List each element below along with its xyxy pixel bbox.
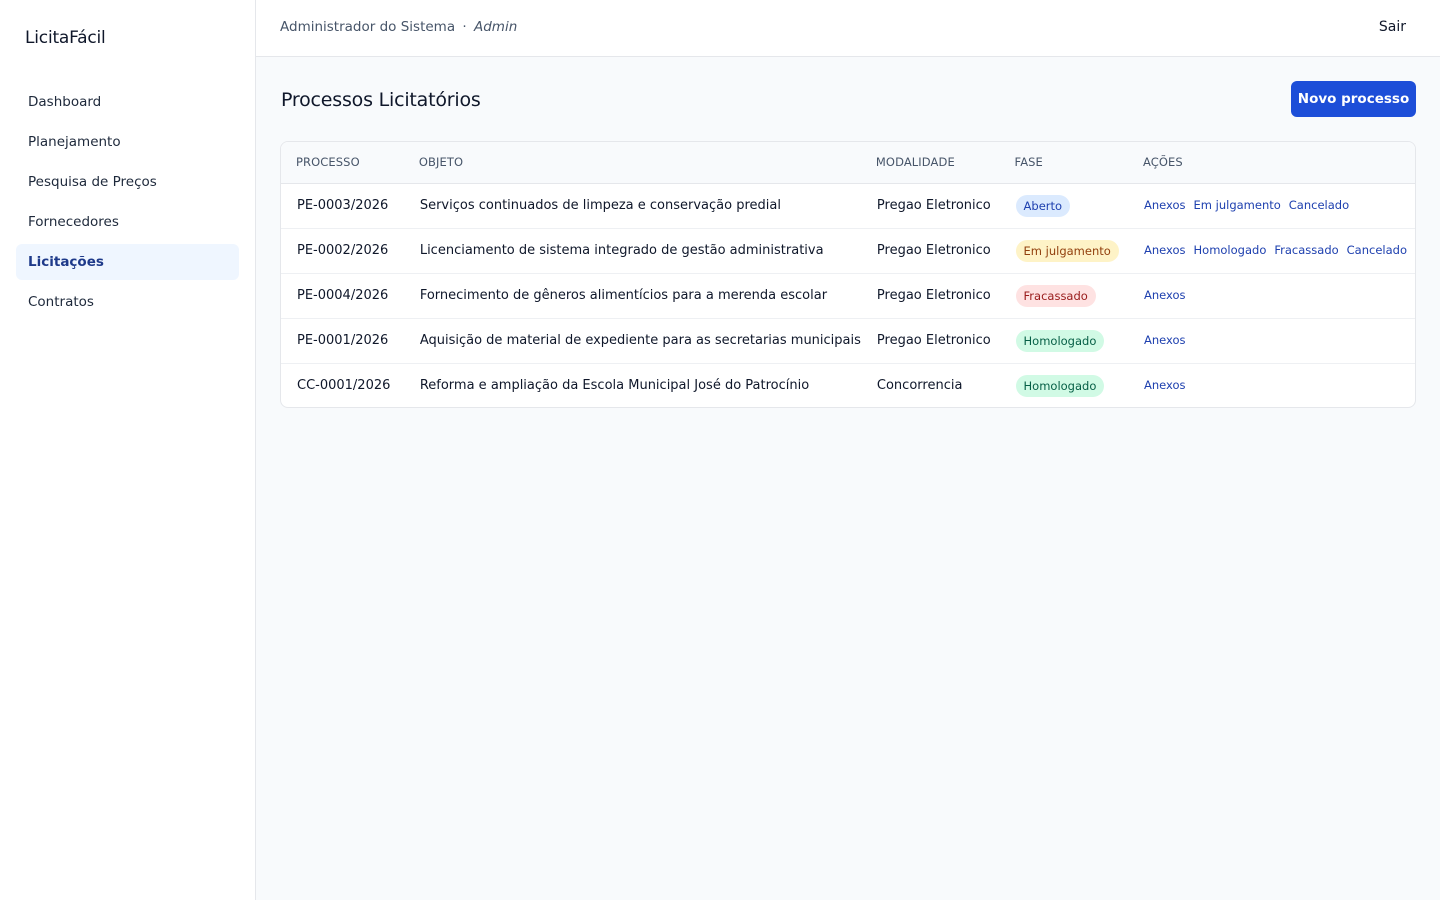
cell-acoes: Anexos [1128,273,1415,318]
column-header-acoes: Ações [1128,142,1415,184]
status-badge: Fracassado [1015,284,1096,307]
processes-table-card: Processo Objeto Modalidade Fase Ações PE… [280,141,1416,408]
sidebar-item-contratos[interactable]: Contratos [16,284,239,320]
cell-objeto: Licenciamento de sistema integrado de ge… [419,243,824,258]
cell-processo: PE-0004/2026 [297,288,389,303]
cell-acoes: Anexos Homologado Fracassado Cancelado [1128,228,1415,273]
sidebar-item-dashboard[interactable]: Dashboard [16,84,239,120]
cell-modalidade: Pregao Eletronico [876,198,991,213]
table-header-row: Processo Objeto Modalidade Fase Ações [281,142,1415,184]
sidebar-item-planejamento[interactable]: Planejamento [16,124,239,160]
cell-processo: PE-0001/2026 [297,333,389,348]
cell-objeto: Fornecimento de gêneros alimentícios par… [419,288,828,303]
user-separator: · [462,19,467,35]
user-info: Administrador do Sistema · Admin [280,19,517,35]
status-badge: Homologado [1015,374,1105,397]
cell-modalidade: Concorrencia [876,378,963,394]
action-link-cancelado[interactable]: Cancelado [1347,243,1407,257]
cell-acoes: Anexos Em julgamento Cancelado [1128,183,1415,228]
logout-button[interactable]: Sair [1379,19,1406,35]
sidebar: LicitaFácil Dashboard Planejamento Pesqu… [0,0,256,900]
cell-acoes: Anexos [1128,363,1415,407]
cell-modalidade: Pregao Eletronico [876,288,991,303]
action-link-em-julgamento[interactable]: Em julgamento [1194,198,1281,212]
table-row: PE-0003/2026 Serviços continuados de lim… [281,183,1415,228]
cell-fase: Aberto [1000,183,1128,228]
action-link-homologado[interactable]: Homologado [1194,243,1267,257]
cell-objeto: Serviços continuados de limpeza e conser… [419,198,781,213]
action-link-anexos[interactable]: Anexos [1144,288,1186,302]
cell-fase: Fracassado [1000,273,1128,318]
column-header-modalidade: Modalidade [860,142,1000,184]
cell-processo: PE-0003/2026 [297,198,389,213]
user-role: Admin [473,19,518,35]
processes-table: Processo Objeto Modalidade Fase Ações PE… [281,142,1415,407]
app-brand: LicitaFácil [25,28,106,48]
cell-processo: PE-0002/2026 [297,243,389,258]
user-name: Administrador do Sistema [280,19,456,35]
cell-acoes: Anexos [1128,318,1415,363]
action-link-cancelado[interactable]: Cancelado [1289,198,1349,212]
action-link-fracassado[interactable]: Fracassado [1274,243,1338,257]
cell-objeto: Aquisição de material de expediente para… [419,333,861,348]
sidebar-item-fornecedores[interactable]: Fornecedores [16,204,239,240]
action-link-anexos[interactable]: Anexos [1144,198,1186,212]
cell-modalidade: Pregao Eletronico [876,333,991,348]
cell-processo: CC-0001/2026 [297,378,391,394]
table-row: PE-0002/2026 Licenciamento de sistema in… [281,228,1415,273]
status-badge: Homologado [1015,329,1105,352]
cell-fase: Homologado [1000,318,1128,363]
table-body: PE-0003/2026 Serviços continuados de lim… [281,183,1415,407]
cell-fase: Homologado [1000,363,1128,407]
status-badge: Aberto [1015,194,1071,217]
page-title: Processos Licitatórios [281,89,481,111]
sidebar-item-licitacoes[interactable]: Licitações [16,244,239,280]
action-link-anexos[interactable]: Anexos [1144,378,1186,392]
cell-modalidade: Pregao Eletronico [876,243,991,258]
status-badge: Em julgamento [1015,239,1119,262]
top-bar: Administrador do Sistema · Admin Sair [256,0,1440,57]
cell-fase: Em julgamento [1000,228,1128,273]
action-link-anexos[interactable]: Anexos [1144,333,1186,347]
new-process-button[interactable]: Novo processo [1291,81,1416,117]
column-header-objeto: Objeto [403,142,861,184]
sidebar-item-pesquisa-de-precos[interactable]: Pesquisa de Preços [16,164,239,200]
table-row: CC-0001/2026 Reforma e ampliação da Esco… [281,363,1415,407]
column-header-processo: Processo [281,142,404,184]
sidebar-nav: Dashboard Planejamento Pesquisa de Preço… [16,84,239,324]
table-row: PE-0004/2026 Fornecimento de gêneros ali… [281,273,1415,318]
column-header-fase: Fase [999,142,1128,184]
cell-objeto: Reforma e ampliação da Escola Municipal … [419,378,810,394]
table-row: PE-0001/2026 Aquisição de material de ex… [281,318,1415,363]
action-link-anexos[interactable]: Anexos [1144,243,1186,257]
